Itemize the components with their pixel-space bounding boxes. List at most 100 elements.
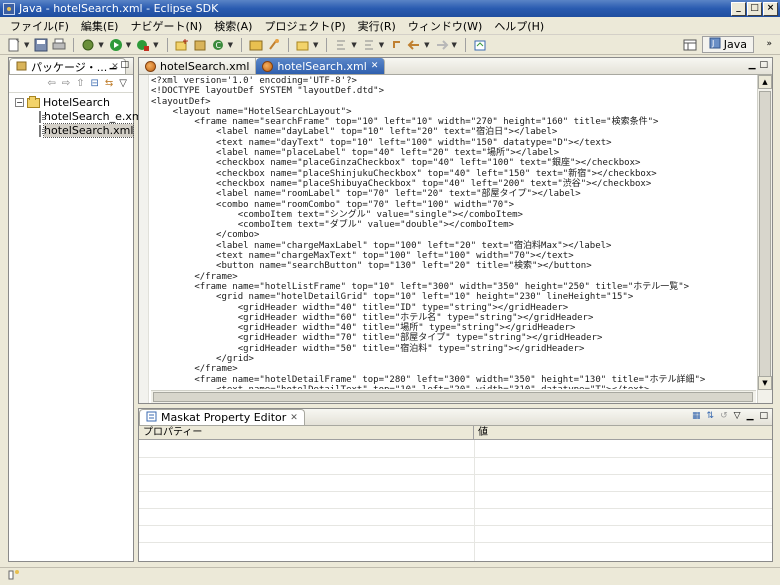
minimize-button[interactable]: _ bbox=[731, 1, 746, 16]
back-icon[interactable] bbox=[406, 37, 422, 53]
minimize-view-icon[interactable]: ▁ bbox=[747, 411, 754, 421]
pin-editor-icon[interactable] bbox=[472, 37, 488, 53]
code-line[interactable]: <grid name="hotelDetailGrid" top="10" le… bbox=[151, 292, 754, 302]
close-button[interactable]: × bbox=[763, 1, 778, 16]
java-perspective-button[interactable]: J Java bbox=[701, 36, 754, 53]
horizontal-scrollbar[interactable] bbox=[151, 390, 756, 403]
open-type-icon[interactable] bbox=[248, 37, 264, 53]
new-icon[interactable] bbox=[6, 37, 22, 53]
tree-item-project[interactable]: − HotelSearch bbox=[15, 95, 133, 109]
new-class-dropdown-icon[interactable]: ▼ bbox=[228, 41, 233, 49]
code-line[interactable]: <label name="roomLabel" top="70" left="2… bbox=[151, 189, 754, 199]
maximize-view-icon[interactable]: □ bbox=[759, 411, 768, 421]
code-line[interactable]: <checkbox name="placeShinjukuCheckbox" t… bbox=[151, 169, 754, 179]
code-line[interactable]: <gridHeader width="70" title="部屋タイプ" typ… bbox=[151, 333, 754, 343]
toolbar-overflow-icon[interactable]: » bbox=[766, 39, 772, 49]
search-icon[interactable] bbox=[266, 37, 282, 53]
code-line[interactable]: <?xml version='1.0' encoding='UTF-8'?> bbox=[151, 76, 754, 86]
code-line[interactable]: <!DOCTYPE layoutDef SYSTEM "layoutDef.dt… bbox=[151, 86, 754, 96]
restore-default-icon[interactable]: ↺ bbox=[720, 411, 728, 421]
code-line[interactable]: <frame name="hotelListFrame" top="10" le… bbox=[151, 282, 754, 292]
tree-item-file[interactable]: hotelSearch.xml bbox=[15, 123, 135, 138]
code-line[interactable]: <comboItem text="シングル" value="single"></… bbox=[151, 210, 754, 220]
minimize-view-icon[interactable]: ▁ bbox=[110, 60, 117, 70]
open-folder-icon[interactable] bbox=[295, 37, 311, 53]
code-line[interactable]: </frame> bbox=[151, 272, 754, 282]
maximize-view-icon[interactable]: □ bbox=[120, 60, 129, 70]
close-icon[interactable]: ✕ bbox=[290, 413, 298, 423]
categories-icon[interactable]: ▦ bbox=[692, 411, 701, 421]
menu-navigate[interactable]: ナビゲート(N) bbox=[124, 18, 208, 34]
code-line[interactable]: <text name="chargeMaxText" top="100" lef… bbox=[151, 251, 754, 261]
previous-annotation-dropdown-icon[interactable]: ▼ bbox=[379, 41, 384, 49]
code-line[interactable]: </grid> bbox=[151, 354, 754, 364]
code-line[interactable]: <label name="placeLabel" top="40" left="… bbox=[151, 148, 754, 158]
view-menu-icon[interactable]: ▽ bbox=[734, 411, 741, 421]
filter-icon[interactable]: ⇅ bbox=[707, 411, 715, 421]
code-line[interactable]: <frame name="searchFrame" top="10" left=… bbox=[151, 117, 754, 127]
code-line[interactable]: </frame> bbox=[151, 364, 754, 374]
code-line[interactable]: <gridHeader width="40" title="ID" type="… bbox=[151, 303, 754, 313]
next-annotation-dropdown-icon[interactable]: ▼ bbox=[351, 41, 356, 49]
code-line[interactable]: <layout name="HotelSearchLayout"> bbox=[151, 107, 754, 117]
scroll-up-icon[interactable]: ▲ bbox=[758, 75, 772, 89]
menu-search[interactable]: 検索(A) bbox=[208, 18, 258, 34]
column-header-property[interactable]: プロパティー bbox=[139, 426, 474, 440]
back-dropdown-icon[interactable]: ▼ bbox=[424, 41, 429, 49]
external-tools-icon[interactable] bbox=[135, 37, 151, 53]
save-icon[interactable] bbox=[33, 37, 49, 53]
maximize-button[interactable]: □ bbox=[747, 1, 762, 16]
code-line[interactable]: <text name="dayText" top="10" left="100"… bbox=[151, 138, 754, 148]
forward-icon[interactable] bbox=[434, 37, 450, 53]
close-icon[interactable]: ✕ bbox=[371, 61, 379, 71]
horizontal-scroll-thumb[interactable] bbox=[153, 392, 753, 402]
run-dropdown-icon[interactable]: ▼ bbox=[126, 41, 131, 49]
scroll-thumb[interactable] bbox=[759, 91, 771, 386]
column-header-value[interactable]: 値 bbox=[474, 426, 772, 440]
link-with-editor-icon[interactable]: ⇆ bbox=[105, 78, 113, 89]
collapse-icon[interactable]: − bbox=[15, 98, 24, 107]
previous-annotation-icon[interactable] bbox=[361, 37, 377, 53]
print-icon[interactable] bbox=[51, 37, 67, 53]
debug-icon[interactable] bbox=[80, 37, 96, 53]
code-line[interactable]: <layoutDef> bbox=[151, 97, 754, 107]
menu-run[interactable]: 実行(R) bbox=[352, 18, 402, 34]
scroll-down-icon[interactable]: ▼ bbox=[758, 376, 772, 390]
code-line[interactable]: <gridHeader width="40" title="場所" type="… bbox=[151, 323, 754, 333]
maximize-view-icon[interactable]: □ bbox=[759, 60, 768, 70]
code-line[interactable]: <gridHeader width="60" title="ホテル名" type… bbox=[151, 313, 754, 323]
tree-item-file[interactable]: hotelSearch_e.xml bbox=[15, 110, 146, 123]
view-menu-icon[interactable]: ▽ bbox=[119, 78, 127, 89]
status-indicator-icon[interactable] bbox=[8, 569, 20, 584]
run-icon[interactable] bbox=[108, 37, 124, 53]
code-line[interactable]: <checkbox name="placeShibuyaCheckbox" to… bbox=[151, 179, 754, 189]
new-java-project-icon[interactable] bbox=[174, 37, 190, 53]
folder-dropdown-icon[interactable]: ▼ bbox=[313, 41, 318, 49]
code-line[interactable]: </combo> bbox=[151, 230, 754, 240]
code-line[interactable]: <button name="searchButton" top="130" le… bbox=[151, 261, 754, 271]
xml-code-area[interactable]: <?xml version='1.0' encoding='UTF-8'?> <!… bbox=[151, 76, 754, 389]
tab-property-editor[interactable]: Maskat Property Editor ✕ bbox=[139, 409, 305, 425]
debug-dropdown-icon[interactable]: ▼ bbox=[98, 41, 103, 49]
vertical-scrollbar[interactable]: ▲ ▼ bbox=[757, 75, 772, 403]
menu-project[interactable]: プロジェクト(P) bbox=[258, 18, 351, 34]
open-perspective-icon[interactable] bbox=[682, 37, 698, 53]
back-icon[interactable]: ⇦ bbox=[47, 78, 55, 89]
code-line[interactable]: <combo name="roomCombo" top="70" left="1… bbox=[151, 200, 754, 210]
forward-dropdown-icon[interactable]: ▼ bbox=[452, 41, 457, 49]
code-line[interactable]: <label name="chargeMaxLabel" top="100" l… bbox=[151, 241, 754, 251]
menu-file[interactable]: ファイル(F) bbox=[4, 18, 75, 34]
forward-icon[interactable]: ⇨ bbox=[62, 78, 70, 89]
menu-window[interactable]: ウィンドウ(W) bbox=[402, 18, 488, 34]
minimize-view-icon[interactable]: ▁ bbox=[749, 60, 756, 70]
new-package-icon[interactable] bbox=[192, 37, 208, 53]
new-dropdown-icon[interactable]: ▼ bbox=[24, 41, 29, 49]
tab-package-explorer[interactable]: パッケージ・... ✕ bbox=[9, 58, 126, 74]
next-annotation-icon[interactable] bbox=[333, 37, 349, 53]
code-line[interactable]: <checkbox name="placeGinzaCheckbox" top=… bbox=[151, 158, 754, 168]
code-line[interactable]: <gridHeader width="50" title="宿泊料" type=… bbox=[151, 344, 754, 354]
new-class-icon[interactable]: C bbox=[210, 37, 226, 53]
tab-editor-file[interactable]: hotelSearch.xml bbox=[139, 58, 257, 74]
external-tools-dropdown-icon[interactable]: ▼ bbox=[153, 41, 158, 49]
collapse-all-icon[interactable]: ⊟ bbox=[91, 78, 99, 89]
